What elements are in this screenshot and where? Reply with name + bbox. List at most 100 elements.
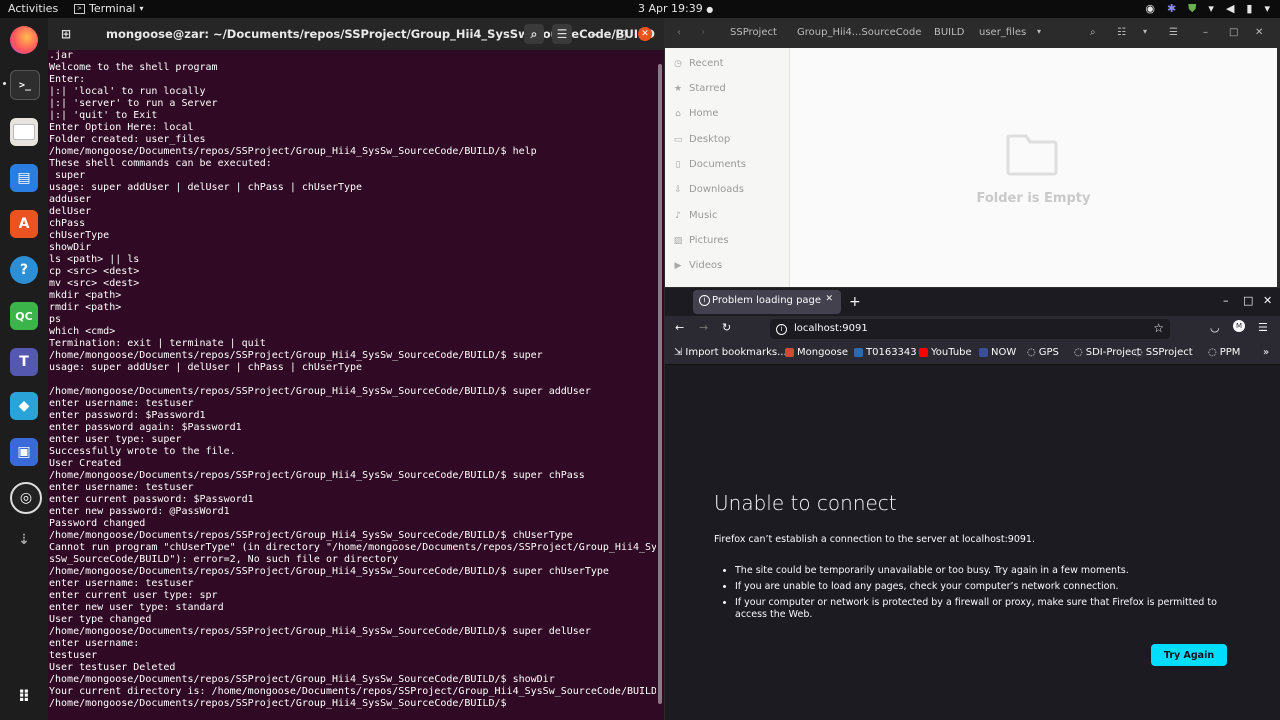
try-again-button[interactable]: Try Again xyxy=(1151,644,1227,666)
bookmark-sdi-project[interactable]: ◌ SDI-Project xyxy=(1074,347,1141,358)
bookmark-mongoose[interactable]: Mongoose xyxy=(785,347,848,358)
more-bookmarks-icon[interactable]: » xyxy=(1263,347,1269,358)
pocket-icon[interactable]: ◡ xyxy=(1210,321,1220,334)
bookmark-t0163343[interactable]: T0163343 xyxy=(854,347,917,358)
new-tab-icon[interactable]: + xyxy=(849,294,861,310)
breadcrumb-item[interactable]: user_files xyxy=(975,27,1030,38)
account-icon[interactable]: M xyxy=(1233,320,1245,332)
bookmark-star-icon[interactable]: ☆ xyxy=(1153,321,1164,335)
terminal-icon[interactable]: >_ xyxy=(10,70,40,100)
teams-icon[interactable]: T xyxy=(10,348,38,376)
usb-icon[interactable]: ⇣ xyxy=(10,526,38,554)
breadcrumb-item[interactable]: SSProject xyxy=(730,27,777,38)
firefox-icon[interactable] xyxy=(10,26,38,54)
sidebar-item-pictures[interactable]: ▨ Pictures xyxy=(673,235,729,246)
sidebar-item-home[interactable]: ⌂ Home xyxy=(673,108,719,119)
sidebar-item-documents[interactable]: ▯ Documents xyxy=(673,159,747,170)
terminal-line: enter new user type: standard xyxy=(49,602,224,613)
bookmark-gps[interactable]: ◌ GPS xyxy=(1027,347,1059,358)
close-icon[interactable]: ✕ xyxy=(1255,27,1263,38)
screenshot-icon[interactable]: ▣ xyxy=(10,438,38,466)
activities-button[interactable]: Activities xyxy=(8,2,58,15)
app-menu[interactable]: > Terminal ▾ xyxy=(74,2,144,15)
close-icon[interactable]: ✕ xyxy=(1263,294,1272,307)
system-tray[interactable]: ◉ ✱ ⛊ ▾ ◀ ▮ ▾ xyxy=(1145,2,1270,16)
software-center-icon[interactable]: A xyxy=(10,210,38,238)
close-tab-icon[interactable]: ✕ xyxy=(825,294,833,304)
sidebar-item-music[interactable]: ♪ Music xyxy=(673,210,717,221)
globe-icon: ◌ xyxy=(1208,347,1217,358)
breadcrumb-item[interactable]: Group_Hii4...SourceCode xyxy=(797,27,921,38)
bookmark-youtube[interactable]: YouTube xyxy=(919,347,972,358)
menu-icon[interactable]: ☰ xyxy=(552,24,572,44)
sidebar-item-desktop[interactable]: ▭ Desktop xyxy=(673,134,731,145)
chevron-down-icon[interactable]: ▾ xyxy=(1037,27,1041,36)
sidebar-item-videos[interactable]: ▶ Videos xyxy=(673,260,723,271)
maximize-icon[interactable]: □ xyxy=(1243,294,1253,307)
tab-problem-loading[interactable]: i Problem loading page ✕ xyxy=(693,290,841,314)
power-menu-icon[interactable]: ▾ xyxy=(1264,2,1270,16)
view-menu-icon[interactable]: ☰ xyxy=(1169,27,1178,38)
maximize-icon[interactable]: □ xyxy=(1229,27,1238,38)
terminal-line: ls <path> || ls xyxy=(49,254,140,265)
minimize-icon[interactable]: – xyxy=(1223,294,1229,307)
close-icon[interactable]: ✕ xyxy=(638,27,652,41)
files-icon[interactable] xyxy=(10,118,38,146)
3d-app-icon[interactable]: ◆ xyxy=(10,392,38,420)
qc-icon[interactable]: QC xyxy=(10,302,38,330)
bookmark-import[interactable]: ⇲ Import bookmarks... xyxy=(674,347,787,358)
bookmark-ssproject[interactable]: ◌ SSProject xyxy=(1134,347,1193,358)
writer-icon[interactable]: ▤ xyxy=(10,164,38,192)
menu-icon[interactable]: ☰ xyxy=(1258,321,1268,334)
url-bar[interactable]: i localhost:9091 ☆ xyxy=(770,319,1170,339)
minimize-icon[interactable]: – xyxy=(584,24,604,44)
forward-icon[interactable]: › xyxy=(701,27,705,38)
terminal-line: usage: super addUser | delUser | chPass … xyxy=(49,362,363,373)
bookmark-label: NOW xyxy=(991,347,1017,358)
info-icon: i xyxy=(699,295,710,306)
terminal-line: Password changed xyxy=(49,518,146,529)
terminal-scrollbar[interactable] xyxy=(656,50,664,720)
terminal-line: testuser xyxy=(49,650,98,661)
terminal-line: mv <src> <dest> xyxy=(49,278,140,289)
battery-icon[interactable]: ▮ xyxy=(1246,2,1252,16)
bookmark-label: Mongoose xyxy=(797,347,849,358)
bookmark-now[interactable]: NOW xyxy=(979,347,1016,358)
wifi-icon[interactable]: ▾ xyxy=(1208,2,1214,16)
sidebar-item-downloads[interactable]: ⇩ Downloads xyxy=(673,184,744,195)
clock[interactable]: 3 Apr 19:39 ● xyxy=(638,2,713,15)
files-content[interactable]: Folder is Empty xyxy=(790,48,1277,287)
view-list-icon[interactable]: ☷ xyxy=(1117,27,1126,38)
sidebar-item-label: Home xyxy=(689,108,719,119)
terminal-header: ⊞ mongoose@zar: ~/Documents/repos/SSProj… xyxy=(48,18,664,50)
music-icon: ♪ xyxy=(675,210,681,221)
terminal-line: enter current password: $Password1 xyxy=(49,494,254,505)
terminal-output[interactable]: .jar Welcome to the shell program Enter: |:… xyxy=(48,50,657,720)
document-icon: ▯ xyxy=(675,159,681,170)
sidebar-item-label: Starred xyxy=(689,83,726,94)
chevron-down-icon[interactable]: ▾ xyxy=(1143,27,1147,36)
new-tab-icon[interactable]: ⊞ xyxy=(56,24,76,44)
volume-icon[interactable]: ◀ xyxy=(1226,2,1234,16)
obs-icon[interactable]: ◎ xyxy=(10,482,42,514)
forward-icon[interactable]: → xyxy=(699,321,708,334)
sidebar-item-recent[interactable]: ◷ Recent xyxy=(673,58,724,69)
obs-tray-icon[interactable]: ◉ xyxy=(1145,2,1155,16)
minimize-icon[interactable]: – xyxy=(1203,27,1208,38)
app-grid-icon[interactable]: ⠿ xyxy=(10,682,38,710)
sidebar-item-starred[interactable]: ★ Starred xyxy=(673,83,726,94)
terminal-line: enter username: xyxy=(49,638,140,649)
reload-icon[interactable]: ↻ xyxy=(722,321,731,334)
teams-tray-icon[interactable]: ✱ xyxy=(1167,2,1176,16)
maximize-icon[interactable]: □ xyxy=(611,24,631,44)
shield-icon[interactable]: ⛊ xyxy=(1188,2,1196,16)
search-icon[interactable]: ⌕ xyxy=(524,24,544,44)
breadcrumb-item[interactable]: BUILD xyxy=(934,27,964,38)
bookmark-ppm[interactable]: ◌ PPM xyxy=(1208,347,1240,358)
back-icon[interactable]: ‹ xyxy=(677,27,681,38)
terminal-line: enter password again: $Password1 xyxy=(49,422,242,433)
search-icon[interactable]: ⌕ xyxy=(1090,27,1096,38)
back-icon[interactable]: ← xyxy=(675,321,684,334)
scrollbar-thumb[interactable] xyxy=(658,64,662,704)
help-icon[interactable]: ? xyxy=(10,256,38,284)
